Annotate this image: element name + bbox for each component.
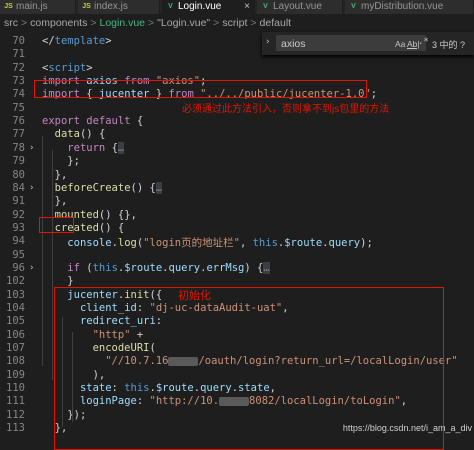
- annotation-box: [39, 217, 74, 233]
- code-editor[interactable]: 70 </template> 71 72 <script> 73 import axios …: [0, 32, 474, 450]
- line-number: 108: [6, 355, 25, 368]
- import-annotation: 必须通过此方法引入，否则拿不到js包里的方法: [182, 104, 390, 115]
- line-number: 110: [6, 382, 25, 395]
- tab-label: main.js: [16, 1, 48, 12]
- fold-expand-icon[interactable]: ›: [29, 263, 34, 273]
- tab-label: Layout.vue: [273, 1, 322, 12]
- line-number: 102: [6, 275, 25, 288]
- tab-label: Login.vue: [178, 1, 222, 12]
- line-number: 77: [12, 128, 25, 141]
- watermark: https://blog.csdn.net/i_am_a_div: [342, 423, 472, 433]
- breadcrumb-item[interactable]: default: [260, 17, 292, 29]
- line-number: 96: [12, 261, 25, 274]
- line-number: 70: [12, 35, 25, 47]
- breadcrumb: src > components > Login.vue > "Login.vue" > scr…: [0, 14, 474, 32]
- code-line[interactable]: };: [42, 155, 80, 167]
- line-number: 73: [12, 75, 25, 88]
- code-line[interactable]: data() {: [42, 128, 106, 140]
- code-line[interactable]: },: [42, 195, 68, 207]
- code-line[interactable]: },: [42, 169, 68, 181]
- indent-guide: [52, 150, 53, 380]
- breadcrumb-separator: >: [148, 17, 155, 29]
- breadcrumb-item[interactable]: script: [222, 17, 247, 29]
- line-number: 105: [6, 315, 25, 328]
- vue-file-icon: V: [351, 3, 356, 10]
- match-case-toggle[interactable]: Aa: [395, 39, 405, 49]
- line-number: 74: [12, 88, 25, 101]
- line-number: 93: [12, 221, 25, 234]
- code-line[interactable]: </template>: [42, 35, 112, 47]
- code-line[interactable]: beforeCreate() {…: [42, 181, 163, 194]
- tab-2[interactable]: JS index.js: [78, 0, 160, 14]
- tab-bar: JS main.js JS index.js V Login.vue × V Layout.vu…: [0, 0, 474, 14]
- line-number: 94: [12, 235, 25, 248]
- regex-toggle[interactable]: .*: [418, 37, 429, 47]
- breadcrumb-item[interactable]: "Login.vue": [157, 17, 210, 29]
- line-number: 78: [12, 141, 25, 154]
- line-number: 91: [12, 195, 25, 208]
- line-number: 113: [6, 422, 25, 435]
- vue-file-icon: V: [263, 3, 268, 10]
- line-number: 95: [12, 248, 25, 261]
- code-line[interactable]: if (this.$route.query.errMsg) {…: [42, 261, 270, 274]
- expand-replace-chevron-icon[interactable]: ›: [265, 37, 270, 47]
- line-number: 80: [12, 168, 25, 181]
- breadcrumb-separator: >: [250, 17, 257, 29]
- init-annotation: 初始化: [178, 290, 211, 302]
- tab-4[interactable]: V Layout.vue: [257, 0, 343, 14]
- line-number: 103: [6, 288, 25, 301]
- vue-file-icon: V: [168, 3, 173, 10]
- tab-label: myDistribution.vue: [361, 1, 444, 12]
- line-number: 84: [12, 181, 25, 194]
- tab-label: index.js: [94, 1, 128, 12]
- line-number: 106: [6, 328, 25, 341]
- code-line[interactable]: return {…: [42, 141, 125, 154]
- fold-expand-icon[interactable]: ›: [29, 183, 34, 193]
- breadcrumb-separator: >: [21, 17, 28, 29]
- tab-3[interactable]: V Login.vue ×: [162, 0, 255, 14]
- close-icon[interactable]: ×: [244, 0, 250, 13]
- line-number: 71: [12, 48, 25, 61]
- breadcrumb-separator: >: [213, 17, 220, 29]
- annotation-box: [34, 80, 367, 98]
- line-number: 72: [12, 61, 25, 74]
- fold-expand-icon[interactable]: ›: [29, 143, 34, 153]
- line-number: 79: [12, 155, 25, 168]
- breadcrumb-item[interactable]: Login.vue: [99, 17, 145, 29]
- code-line[interactable]: console.log("login页的地址栏", this.$route.qu…: [42, 235, 372, 250]
- breadcrumb-item[interactable]: src: [4, 17, 18, 29]
- line-number: 76: [12, 115, 25, 128]
- js-file-icon: JS: [82, 3, 91, 10]
- tab-5[interactable]: VmyDistribution.vue: [345, 0, 474, 14]
- line-number: 104: [6, 302, 25, 314]
- find-widget: › axios Aa Ab| .* 3 中的 ?: [262, 32, 474, 55]
- code-line[interactable]: <script>: [42, 62, 93, 74]
- find-result-count: 3 中的 ?: [432, 40, 466, 50]
- tab-1[interactable]: JS main.js: [0, 0, 76, 14]
- js-file-icon: JS: [4, 3, 13, 10]
- breadcrumb-item[interactable]: components: [30, 17, 87, 29]
- breadcrumb-separator: >: [90, 17, 97, 29]
- indent-guide: [42, 136, 43, 366]
- line-number: 112: [6, 408, 25, 421]
- line-number: 75: [12, 101, 25, 114]
- line-number: 109: [6, 368, 25, 381]
- line-number: 111: [6, 395, 25, 408]
- code-line[interactable]: }: [42, 275, 73, 287]
- code-line[interactable]: export default {: [42, 115, 143, 127]
- line-number: 107: [6, 342, 25, 355]
- line-number: 92: [12, 208, 25, 221]
